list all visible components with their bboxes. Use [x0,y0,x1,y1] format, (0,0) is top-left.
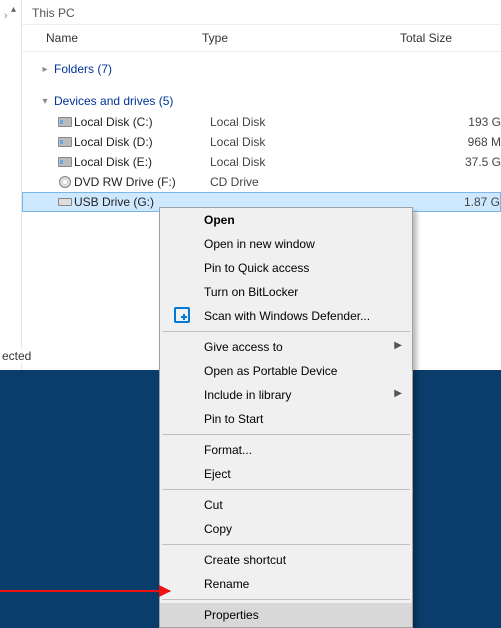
menu-item-eject[interactable]: Eject [160,462,412,486]
menu-item-properties[interactable]: Properties [160,603,412,627]
drive-type: Local Disk [210,115,408,129]
menu-item-open-as-portable-device[interactable]: Open as Portable Device [160,359,412,383]
menu-item-open[interactable]: Open [160,208,412,232]
chevron-down-icon[interactable] [40,96,50,107]
drive-row[interactable]: DVD RW Drive (F:)CD Drive [22,172,501,192]
column-type[interactable]: Type [202,31,400,45]
chevron-right-icon[interactable]: › [4,10,8,22]
nav-pane[interactable]: › ▴▾ [0,0,22,370]
drive-name: DVD RW Drive (F:) [74,175,210,189]
menu-item-turn-on-bitlocker[interactable]: Turn on BitLocker [160,280,412,304]
menu-separator [162,489,410,490]
drive-size: 968 M [408,135,501,149]
content-area: Folders (7) Devices and drives (5) Local… [22,52,501,212]
drive-row[interactable]: Local Disk (E:)Local Disk37.5 G [22,152,501,172]
menu-item-open-in-new-window[interactable]: Open in new window [160,232,412,256]
menu-item-format[interactable]: Format... [160,438,412,462]
hdd-drive-icon [56,137,74,147]
drive-size: 37.5 G [408,155,501,169]
drive-type: Local Disk [210,135,408,149]
menu-item-give-access-to[interactable]: Give access to▶ [160,335,412,359]
annotation-arrow [0,590,170,592]
context-menu: OpenOpen in new windowPin to Quick acces… [159,207,413,628]
menu-item-scan-with-windows-defender[interactable]: Scan with Windows Defender... [160,304,412,328]
menu-item-create-shortcut[interactable]: Create shortcut [160,548,412,572]
scrollbar[interactable]: ▴▾ [11,4,16,364]
menu-item-pin-to-quick-access[interactable]: Pin to Quick access [160,256,412,280]
chevron-right-icon: ▶ [394,388,402,399]
chevron-right-icon: ▶ [394,340,402,351]
drive-row[interactable]: Local Disk (C:)Local Disk193 G [22,112,501,132]
menu-separator [162,544,410,545]
drive-type: Local Disk [210,155,408,169]
menu-item-pin-to-start[interactable]: Pin to Start [160,407,412,431]
status-bar-fragment: ected [0,349,33,363]
hdd-drive-icon [56,117,74,127]
group-label: Folders (7) [54,62,112,76]
column-size[interactable]: Total Size [400,31,501,45]
group-label: Devices and drives (5) [54,94,173,108]
menu-item-cut[interactable]: Cut [160,493,412,517]
drive-type: CD Drive [210,175,408,189]
dvd-drive-icon [56,176,74,188]
menu-item-copy[interactable]: Copy [160,517,412,541]
location-path[interactable]: This PC [22,0,501,25]
group-folders[interactable]: Folders (7) [22,58,501,80]
drive-name: Local Disk (E:) [74,155,210,169]
column-headers[interactable]: Name Type Total Size [22,25,501,52]
column-name[interactable]: Name [46,31,202,45]
menu-separator [162,331,410,332]
hdd-drive-icon [56,157,74,167]
menu-separator [162,434,410,435]
drive-name: Local Disk (D:) [74,135,210,149]
drive-size: 1.87 G [408,195,500,209]
menu-item-rename[interactable]: Rename [160,572,412,596]
drive-size: 193 G [408,115,501,129]
menu-item-include-in-library[interactable]: Include in library▶ [160,383,412,407]
drive-name: Local Disk (C:) [74,115,210,129]
menu-separator [162,599,410,600]
group-drives[interactable]: Devices and drives (5) [22,90,501,112]
drive-row[interactable]: Local Disk (D:)Local Disk968 M [22,132,501,152]
usb-drive-icon [56,198,74,206]
shield-icon [174,307,190,323]
chevron-right-icon[interactable] [40,64,50,75]
